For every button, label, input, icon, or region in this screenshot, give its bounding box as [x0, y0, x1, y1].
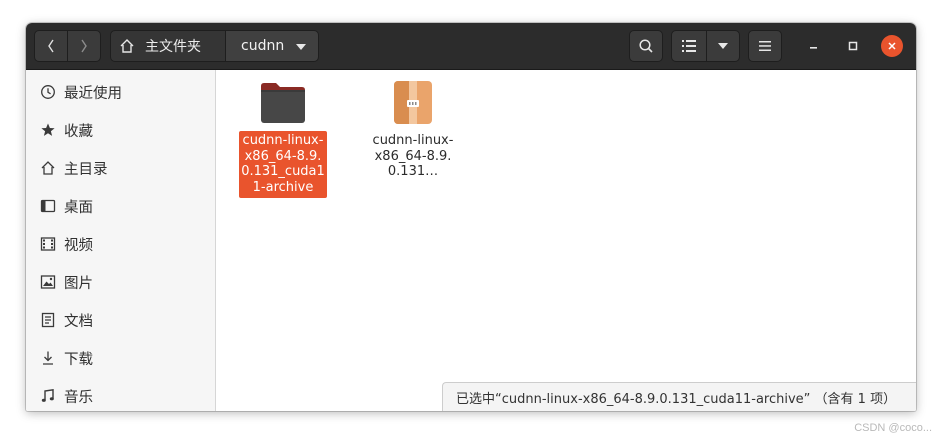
chevron-right-icon — [81, 39, 87, 53]
search-button[interactable] — [629, 30, 663, 62]
home-icon — [39, 159, 57, 177]
sidebar-item-downloads[interactable]: 下载 — [26, 340, 215, 376]
minimize-icon — [810, 47, 817, 49]
home-icon — [120, 39, 134, 53]
sidebar-item-label: 主目录 — [64, 161, 108, 178]
header-bar: 主文件夹 cudnn — [26, 23, 916, 70]
file-item-label: cudnn-linux-x86_64-8.9.0.131… — [372, 133, 454, 179]
document-icon — [39, 311, 57, 329]
sidebar-item-recent[interactable]: 最近使用 — [26, 74, 215, 110]
sidebar-item-starred[interactable]: 收藏 — [26, 112, 215, 148]
sidebar-item-label: 音乐 — [64, 389, 93, 406]
download-icon — [39, 349, 57, 367]
main-menu-button[interactable] — [748, 30, 782, 62]
sidebar-item-label: 最近使用 — [64, 85, 122, 102]
maximize-button[interactable] — [842, 35, 864, 57]
file-item-folder[interactable]: cudnn-linux-x86_64-8.9.0.131_cuda11-arch… — [233, 78, 333, 198]
desktop-icon — [39, 197, 57, 215]
video-icon — [39, 235, 57, 253]
close-icon — [888, 42, 896, 50]
sidebar-item-label: 桌面 — [64, 199, 93, 216]
watermark-text: CSDN @coco... — [854, 422, 932, 434]
selection-status-text: 已选中“cudnn-linux-x86_64-8.9.0.131_cuda11-… — [456, 391, 897, 407]
search-icon — [639, 39, 653, 53]
caret-down-icon — [296, 44, 306, 50]
sidebar-item-desktop[interactable]: 桌面 — [26, 188, 215, 224]
chevron-left-icon — [48, 39, 54, 53]
file-view: cudnn-linux-x86_64-8.9.0.131_cuda11-arch… — [216, 70, 916, 411]
file-item-archive[interactable]: cudnn-linux-x86_64-8.9.0.131… — [363, 78, 463, 183]
minimize-button[interactable] — [803, 35, 825, 57]
back-button[interactable] — [34, 30, 68, 62]
sidebar-item-label: 图片 — [64, 275, 93, 292]
sidebar-item-label: 文档 — [64, 313, 93, 330]
sidebar-item-label: 下载 — [64, 351, 93, 368]
path-bar-current[interactable]: cudnn — [225, 30, 319, 62]
sidebar-item-documents[interactable]: 文档 — [26, 302, 215, 338]
path-home-label: 主文件夹 — [145, 39, 201, 55]
clock-icon — [39, 83, 57, 101]
sidebar-item-pictures[interactable]: 图片 — [26, 264, 215, 300]
path-bar-home[interactable]: 主文件夹 — [110, 30, 226, 62]
maximize-icon — [848, 41, 858, 51]
list-view-icon — [682, 40, 696, 52]
selection-status-bar: 已选中“cudnn-linux-x86_64-8.9.0.131_cuda11-… — [442, 382, 916, 411]
sidebar-item-label: 收藏 — [64, 123, 93, 140]
path-current-label: cudnn — [241, 38, 285, 54]
image-icon — [39, 273, 57, 291]
sidebar-item-videos[interactable]: 视频 — [26, 226, 215, 262]
file-item-label: cudnn-linux-x86_64-8.9.0.131_cuda11-arch… — [239, 131, 327, 198]
archive-icon — [389, 78, 437, 126]
caret-down-icon — [718, 43, 728, 49]
sidebar-item-home[interactable]: 主目录 — [26, 150, 215, 186]
sidebar-item-label: 视频 — [64, 237, 93, 254]
view-toggle-button[interactable] — [671, 30, 707, 62]
music-icon — [39, 387, 57, 405]
folder-icon — [259, 78, 307, 126]
star-icon — [39, 121, 57, 139]
sidebar-item-music[interactable]: 音乐 — [26, 378, 215, 411]
forward-button[interactable] — [67, 30, 101, 62]
places-sidebar: 最近使用 收藏 主目录 桌面 视频 图片 文档 下载 音乐 — [26, 70, 216, 411]
file-manager-window: 主文件夹 cudnn 最近使用 收藏 主目录 桌面 视频 图片 文档 下载 音乐… — [26, 23, 916, 411]
hamburger-menu-icon — [759, 41, 771, 51]
view-options-button[interactable] — [706, 30, 740, 62]
close-button[interactable] — [881, 35, 903, 57]
